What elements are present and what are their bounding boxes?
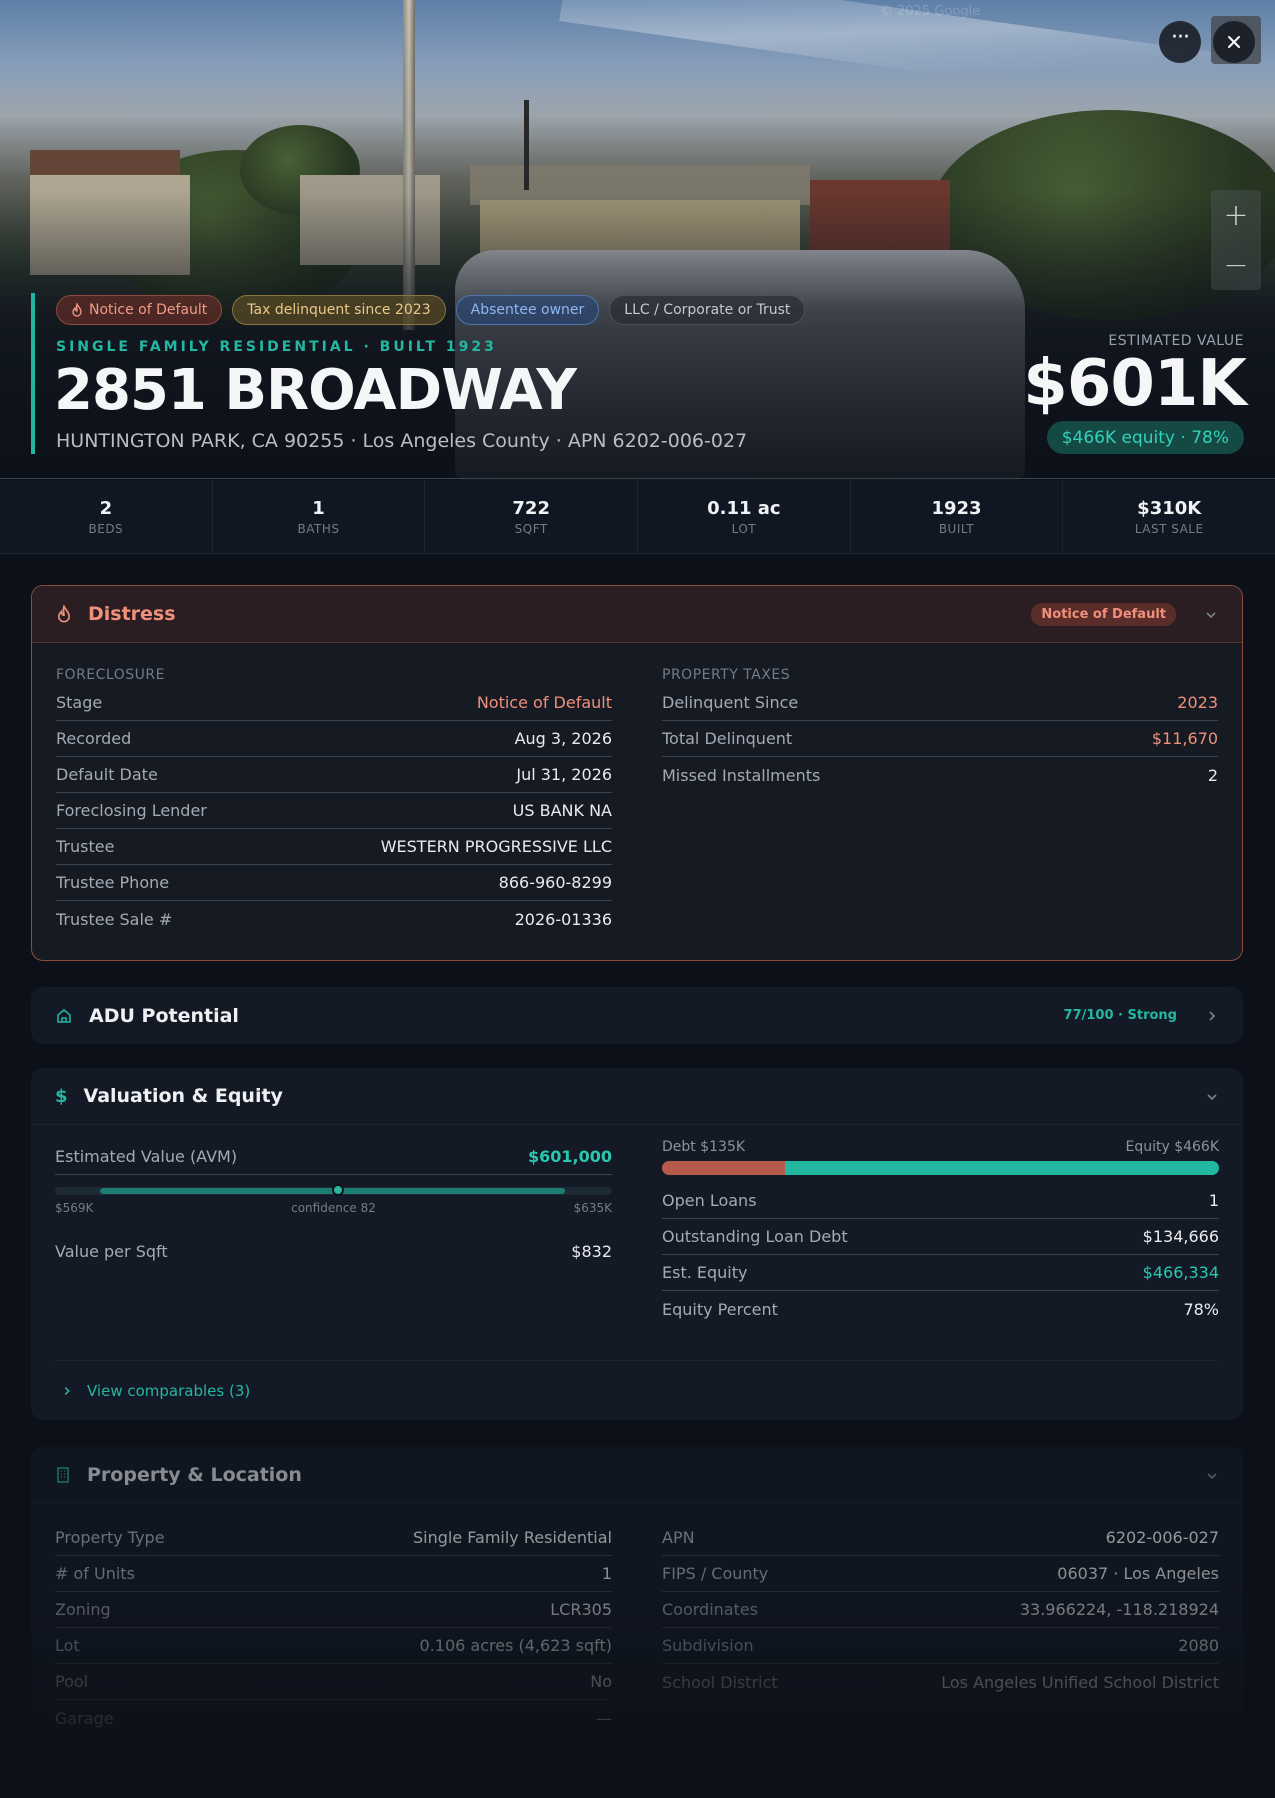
close-icon	[1228, 36, 1240, 48]
chevron-right-icon[interactable]	[1205, 1009, 1219, 1023]
table-row: Lot 0.106 acres (4,623 sqft)	[55, 1628, 612, 1664]
table-row: Equity Percent 78%	[662, 1299, 1219, 1319]
flame-icon	[72, 303, 82, 317]
location-column: APN 6202-006-027 FIPS / County 06037 · Los…	[662, 1520, 1219, 1736]
stat-last-sale: $310K LAST SALE	[1134, 497, 1204, 536]
equity-pill: $466K equity · 78%	[1046, 421, 1244, 454]
property-subtitle: SINGLE FAMILY RESIDENTIAL · BUILT 1923	[56, 339, 497, 355]
table-row: Default Date Jul 31, 2026	[56, 757, 612, 793]
stat-baths: 1 BATHS	[213, 480, 426, 553]
more-options-button[interactable]: ···	[1159, 21, 1201, 63]
table-row: Pool No	[55, 1664, 612, 1700]
table-row: Open Loans 1	[662, 1183, 1219, 1219]
distress-title: Distress	[88, 603, 176, 625]
distress-section: Distress Notice of Default FORECLOSURE S…	[31, 585, 1243, 961]
estimated-value: $601K	[1023, 347, 1247, 421]
table-row: Coordinates 33.966224, -118.218924	[662, 1592, 1219, 1628]
tag-llc-owner: LLC / Corporate or Trust	[609, 295, 806, 325]
range-high: $635K	[573, 1201, 612, 1215]
table-row: Recorded Aug 3, 2026	[56, 721, 612, 757]
tag-list: Notice of Default Tax delinquent since 2…	[56, 295, 806, 325]
table-row: Stage Notice of Default	[56, 685, 612, 721]
property-taxes-column: PROPERTY TAXES Delinquent Since 2023 Tota…	[662, 655, 1218, 937]
equity-column: Debt $135K Equity $466K Open Loans 1 Outs…	[662, 1139, 1219, 1327]
property-taxes-heading: PROPERTY TAXES	[662, 667, 791, 683]
table-row: Zoning LCR305	[55, 1592, 612, 1628]
building-icon	[57, 1467, 69, 1483]
stat-beds: 2 BEDS	[0, 480, 213, 553]
zoom-out-button[interactable]: −	[1211, 240, 1261, 290]
table-row: Trustee WESTERN PROGRESSIVE LLC	[56, 829, 612, 865]
chevron-right-icon	[64, 1386, 70, 1395]
dollar-icon: $	[55, 1085, 68, 1107]
valuation-section: $ Valuation & Equity Estimated Value (AV…	[31, 1068, 1243, 1420]
property-address: HUNTINGTON PARK, CA 90255 · Los Angeles …	[56, 430, 748, 452]
table-row: Outstanding Loan Debt $134,666	[662, 1219, 1219, 1255]
table-row: Missed Installments 2	[662, 765, 1218, 785]
value-per-sqft-row: Value per Sqft $832	[55, 1241, 612, 1261]
table-row: Subdivision 2080	[662, 1628, 1219, 1664]
tag-notice-of-default: Notice of Default	[56, 295, 223, 325]
avm-range-marker	[332, 1184, 344, 1196]
range-low: $569K	[55, 1201, 94, 1215]
equity-bar-segment	[784, 1161, 1219, 1175]
debt-bar-segment	[662, 1161, 785, 1175]
table-row: Property Type Single Family Residential	[55, 1520, 612, 1556]
table-row: APN 6202-006-027	[662, 1520, 1219, 1556]
avm-range-bar	[55, 1184, 612, 1196]
property-title-label: Property & Location	[87, 1464, 302, 1486]
table-row: Trustee Sale #2026-01336	[56, 909, 612, 929]
avm-column: Estimated Value (AVM) $601,000 $569K con…	[55, 1139, 612, 1327]
stats-bar: 2 BEDS 1 BATHS 722 SQFT 0.11 ac LOT 1923 BUIL…	[0, 480, 1275, 554]
foreclosure-column: FORECLOSURE Stage Notice of Default Recor…	[56, 655, 612, 937]
range-confidence: confidence 82	[291, 1201, 376, 1215]
stat-lot: 0.11 ac LOT	[638, 480, 851, 553]
table-row: Trustee Phone 866-960-8299	[56, 865, 612, 901]
table-row: Est. Equity $466,334	[662, 1255, 1219, 1291]
valuation-header[interactable]: $ Valuation & Equity	[31, 1068, 1243, 1125]
table-row: # of Units 1	[55, 1556, 612, 1592]
table-row: Total Delinquent $11,670	[662, 721, 1218, 757]
zoom-in-button[interactable]: +	[1211, 190, 1261, 240]
accent-bar	[31, 293, 35, 454]
stat-built: 1923 BUILT	[851, 480, 1064, 553]
house-icon	[57, 1008, 71, 1023]
valuation-title: Valuation & Equity	[83, 1085, 283, 1107]
tag-absentee-owner: Absentee owner	[455, 295, 600, 325]
table-row: Delinquent Since 2023	[662, 685, 1218, 721]
table-row: School District Los Angeles Unified Schoo…	[662, 1672, 1219, 1692]
table-row: Garage —	[55, 1708, 612, 1728]
equity-label: Equity $466K	[1125, 1139, 1219, 1155]
property-column: Property Type Single Family Residential #…	[55, 1520, 612, 1736]
avm-row: Estimated Value (AVM) $601,000	[55, 1139, 612, 1175]
table-row: FIPS / County 06037 · Los Angeles	[662, 1556, 1219, 1592]
debt-label: Debt $135K	[662, 1139, 746, 1155]
adu-score: 77/100 · Strong	[1063, 1008, 1177, 1023]
adu-potential-section[interactable]: ADU Potential 77/100 · Strong	[31, 987, 1243, 1044]
property-title: 2851 BROADWAY	[54, 358, 577, 423]
chevron-down-icon[interactable]	[1205, 1469, 1219, 1483]
distress-header[interactable]: Distress Notice of Default	[32, 586, 1242, 643]
property-location-section: Property & Location Property Type Single …	[31, 1447, 1243, 1798]
tag-tax-delinquent: Tax delinquent since 2023	[232, 295, 446, 325]
chevron-down-icon[interactable]	[1205, 1090, 1219, 1104]
more-icon: ···	[1171, 25, 1190, 50]
distress-badge: Notice of Default	[1031, 603, 1176, 626]
flame-icon	[58, 605, 70, 623]
property-header[interactable]: Property & Location	[31, 1447, 1243, 1504]
adu-title: ADU Potential	[89, 1004, 239, 1027]
table-row: Foreclosing Lender US BANK NA	[56, 793, 612, 829]
foreclosure-heading: FORECLOSURE	[56, 667, 165, 683]
map-zoom-controls: + −	[1211, 190, 1261, 290]
view-comparables-link[interactable]: View comparables (3)	[55, 1360, 1219, 1420]
photo-watermark: © 2025 Google	[880, 4, 981, 19]
chevron-down-icon[interactable]	[1204, 608, 1218, 622]
close-button[interactable]	[1213, 21, 1255, 63]
debt-equity-bar	[662, 1161, 1219, 1175]
stat-sqft: 722 SQFT	[425, 480, 639, 553]
